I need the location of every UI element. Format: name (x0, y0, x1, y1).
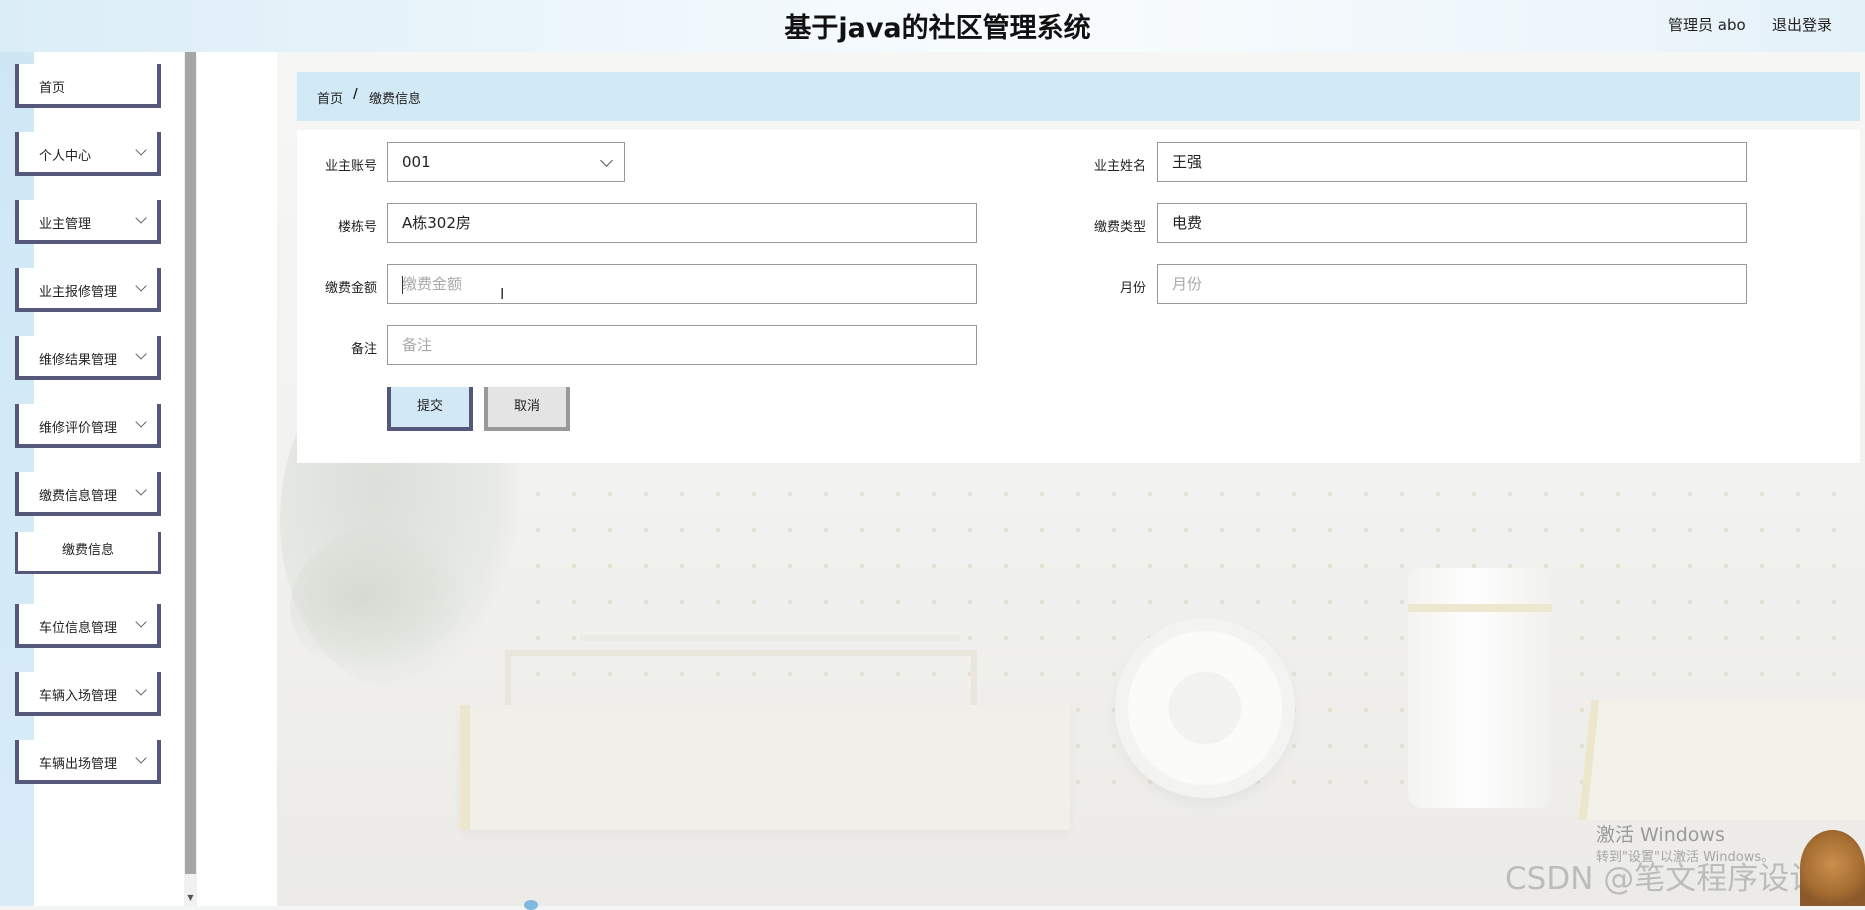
sidebar-item-repair-review-management[interactable]: 维修评价管理 (15, 404, 161, 448)
sidebar-item-label: 车位信息管理 (39, 621, 118, 636)
sidebar-item-label: 业主管理 (39, 217, 92, 232)
sidebar-item-label: 车辆出场管理 (39, 757, 118, 772)
scroll-down-arrow-icon[interactable]: ▼ (185, 893, 196, 905)
breadcrumb-separator: / (353, 87, 358, 102)
owner-name-value: 王强 (1172, 153, 1203, 171)
sidebar-item-personal-center[interactable]: 个人中心 (15, 132, 161, 176)
sidebar-item-label: 个人中心 (39, 149, 92, 164)
windows-activation-title: 激活 Windows (1596, 824, 1725, 846)
owner-name-field[interactable]: 王强 (1157, 142, 1747, 182)
month-label: 月份 (1119, 281, 1146, 296)
avatar (1800, 830, 1865, 906)
ibeam-cursor-icon: I (500, 285, 505, 303)
breadcrumb: 首页 / 缴费信息 (297, 72, 1860, 121)
sidebar-item-owner-management[interactable]: 业主管理 (15, 200, 161, 244)
sidebar-item-label: 维修评价管理 (39, 421, 118, 436)
sidebar-item-repair-result-management[interactable]: 维修结果管理 (15, 336, 161, 380)
sidebar-item-home[interactable]: 首页 (15, 64, 161, 108)
top-header: 基于java的社区管理系统 管理员 abo 退出登录 (0, 0, 1865, 52)
fee-type-value: 电费 (1172, 214, 1203, 232)
chevron-down-icon (135, 144, 147, 156)
chevron-down-icon (600, 154, 613, 167)
building-field[interactable]: A栋302房 (387, 203, 977, 243)
sidebar-item-label: 首页 (39, 81, 66, 96)
month-placeholder: 月份 (1172, 275, 1203, 293)
amount-placeholder: 缴费金额 (402, 275, 463, 293)
fee-type-label: 缴费类型 (1093, 220, 1146, 235)
sidebar-item-label: 车辆入场管理 (39, 689, 118, 704)
sidebar-item-vehicle-entry-management[interactable]: 车辆入场管理 (15, 672, 161, 716)
owner-name-label: 业主姓名 (1093, 159, 1146, 174)
sidebar-scroll-thumb[interactable] (185, 52, 196, 874)
amount-field[interactable]: 缴费金额 I (387, 264, 977, 304)
chevron-down-icon (135, 752, 147, 764)
app-title: 基于java的社区管理系统 (784, 13, 1091, 44)
logout-link[interactable]: 退出登录 (1772, 14, 1832, 35)
breadcrumb-current: 缴费信息 (369, 92, 422, 107)
amount-label: 缴费金额 (324, 281, 377, 296)
chevron-down-icon (135, 684, 147, 696)
chevron-down-icon (135, 280, 147, 292)
building-value: A栋302房 (402, 214, 471, 232)
sidebar-subitem-label: 缴费信息 (61, 543, 114, 558)
remark-label: 备注 (350, 342, 377, 357)
chevron-down-icon (135, 484, 147, 496)
fee-type-field[interactable]: 电费 (1157, 203, 1747, 243)
sidebar-item-label: 维修结果管理 (39, 353, 118, 368)
sidebar-subitem-payment-info[interactable]: 缴费信息 (15, 532, 161, 574)
chevron-down-icon (135, 348, 147, 360)
remark-placeholder: 备注 (402, 336, 433, 354)
cancel-button[interactable]: 取消 (484, 387, 570, 431)
submit-button[interactable]: 提交 (387, 387, 473, 431)
building-label: 楼栋号 (337, 220, 377, 235)
sidebar-item-label: 缴费信息管理 (39, 489, 118, 504)
content-gutter (197, 52, 277, 906)
chevron-down-icon (135, 616, 147, 628)
sidebar-item-label: 业主报修管理 (39, 285, 118, 300)
floating-widget-icon[interactable] (524, 900, 538, 910)
csdn-watermark: CSDN @笔文程序设计 (1505, 861, 1821, 897)
month-field[interactable]: 月份 (1157, 264, 1747, 304)
breadcrumb-home[interactable]: 首页 (317, 88, 343, 107)
chevron-down-icon (135, 212, 147, 224)
owner-account-value: 001 (402, 153, 431, 171)
sidebar-item-vehicle-exit-management[interactable]: 车辆出场管理 (15, 740, 161, 784)
sidebar-item-parking-management[interactable]: 车位信息管理 (15, 604, 161, 648)
current-user: 管理员 abo (1668, 16, 1746, 34)
owner-account-label: 业主账号 (324, 159, 377, 174)
text-caret (402, 276, 403, 294)
chevron-down-icon (135, 416, 147, 428)
sidebar-item-payment-management[interactable]: 缴费信息管理 (15, 472, 161, 516)
owner-account-select[interactable]: 001 (387, 142, 625, 182)
sidebar-item-repair-request-management[interactable]: 业主报修管理 (15, 268, 161, 312)
remark-field[interactable]: 备注 (387, 325, 977, 365)
